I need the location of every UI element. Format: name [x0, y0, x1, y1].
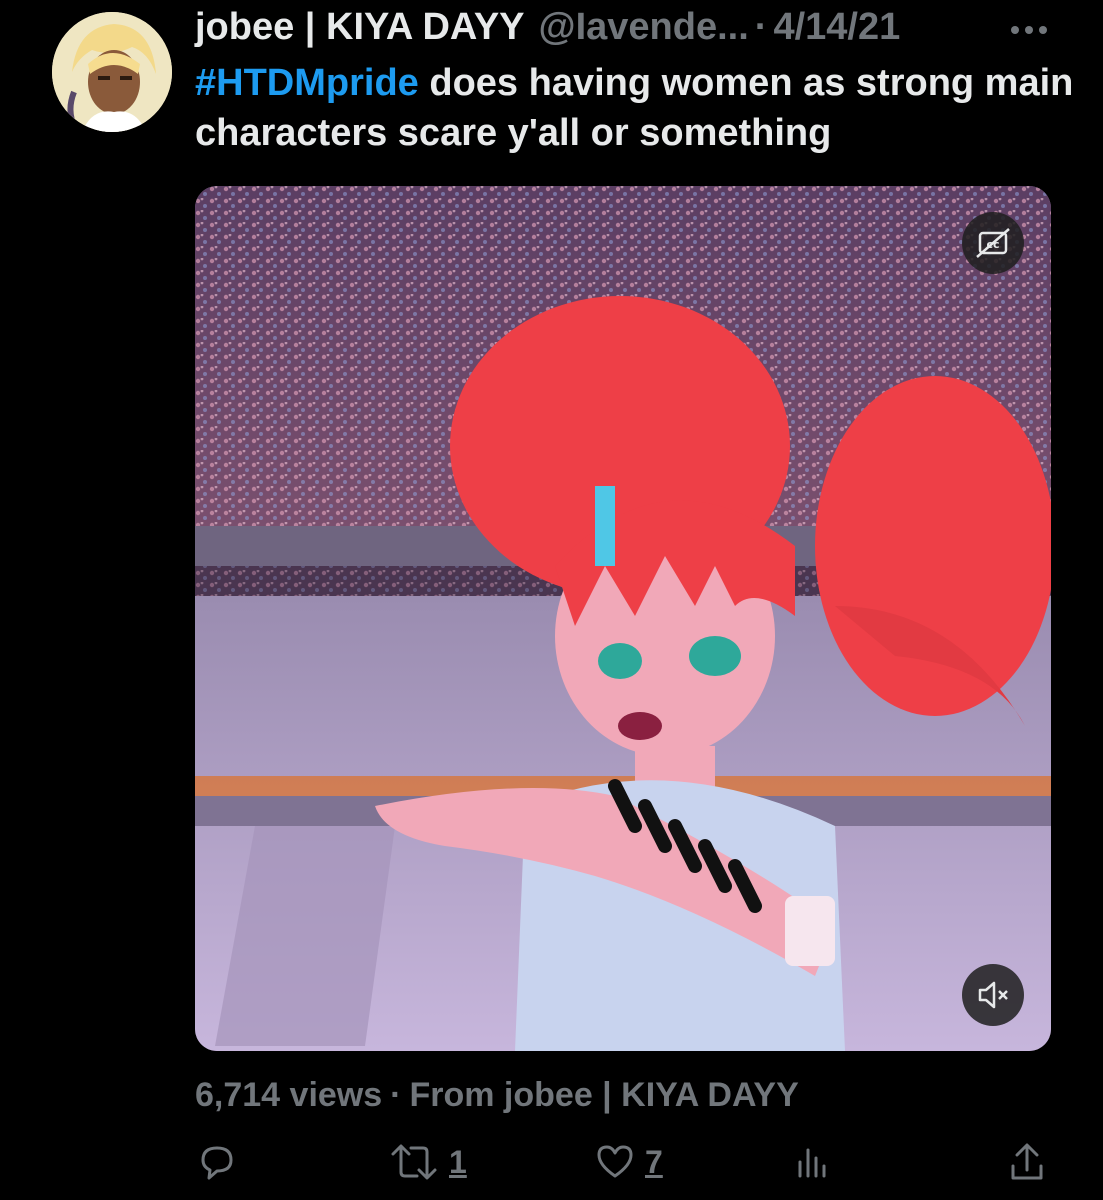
- header-separator: ·: [754, 6, 768, 48]
- like-button[interactable]: 7: [593, 1138, 663, 1186]
- tweet-header: jobee | KIYA DAYY @Iavende... · 4/14/21: [195, 4, 1085, 50]
- video-player[interactable]: [195, 186, 1051, 1051]
- action-bar: 1 7: [195, 1138, 1055, 1186]
- retweet-button[interactable]: 1: [387, 1138, 467, 1186]
- video-frame: [195, 186, 1051, 1051]
- author-handle[interactable]: @Iavende...: [539, 4, 749, 50]
- muted-speaker-icon[interactable]: [962, 964, 1024, 1026]
- retweet-count: 1: [449, 1143, 467, 1180]
- analytics-button[interactable]: [790, 1138, 834, 1186]
- reply-icon: [201, 1146, 233, 1180]
- view-count: 6,714 views: [195, 1076, 383, 1114]
- avatar[interactable]: [52, 12, 172, 132]
- hashtag-link[interactable]: #HTDMpride: [195, 62, 419, 104]
- share-icon: [1011, 1143, 1043, 1180]
- meta-separator: ·: [390, 1076, 402, 1114]
- tweet-date[interactable]: 4/14/21: [773, 4, 900, 50]
- heart-icon: [597, 1145, 633, 1178]
- retweet-icon: [391, 1144, 437, 1180]
- tweet-meta: 6,714 views · From jobee | KIYA DAYY: [195, 1073, 799, 1117]
- tweet: jobee | KIYA DAYY @Iavende... · 4/14/21 …: [0, 0, 1103, 1200]
- share-button[interactable]: [1005, 1138, 1049, 1186]
- reply-button[interactable]: [195, 1138, 247, 1186]
- analytics-icon: [798, 1148, 826, 1178]
- video-source[interactable]: From jobee | KIYA DAYY: [409, 1076, 798, 1114]
- like-count: 7: [645, 1143, 663, 1180]
- more-options-icon[interactable]: [1005, 18, 1053, 42]
- tweet-text: #HTDMpride does having women as strong m…: [195, 58, 1075, 158]
- captions-off-icon[interactable]: cc: [962, 212, 1024, 274]
- author-name[interactable]: jobee | KIYA DAYY: [195, 4, 525, 50]
